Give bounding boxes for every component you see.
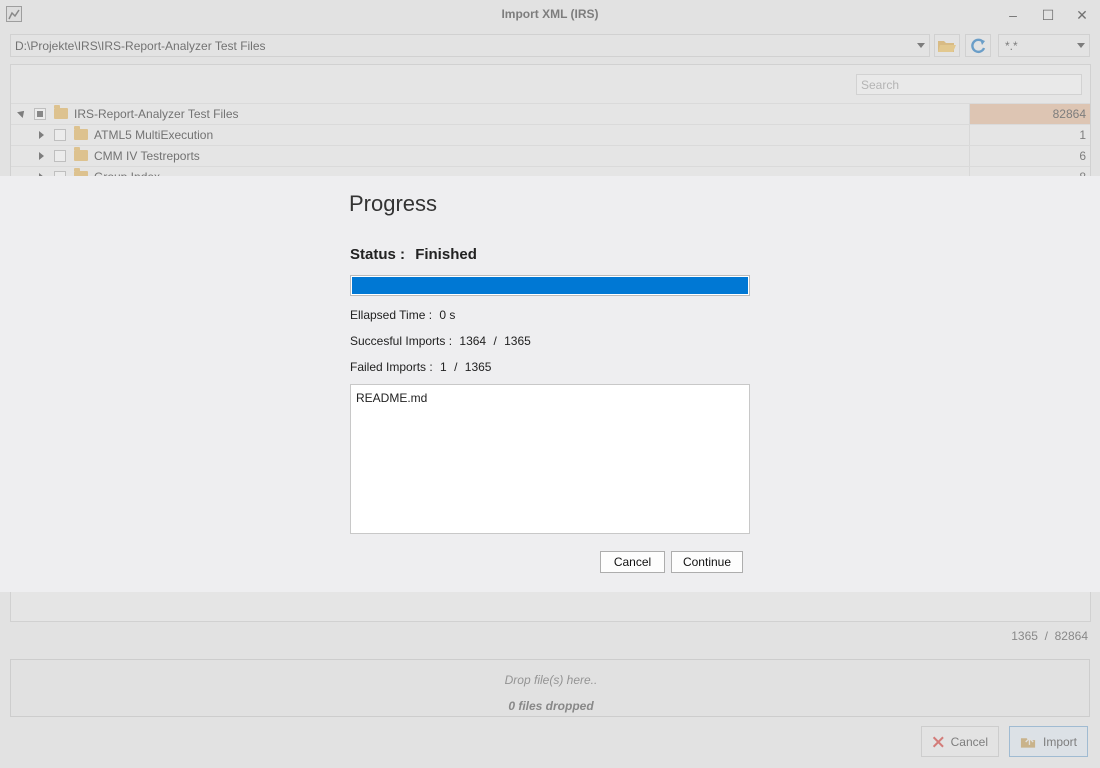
progress-bar (350, 275, 750, 296)
status-label: Status : (350, 246, 406, 263)
dialog-title: Progress (349, 191, 438, 216)
progress-dialog: Progress Status : Finished Ellapsed Time… (0, 176, 1100, 592)
status-line: Status : Finished (350, 246, 483, 263)
failed-files-list[interactable]: README.md (350, 384, 750, 534)
elapsed-value: 0 s (439, 308, 456, 322)
successful-imports-row: Succesful Imports : 1364 / 1365 (350, 334, 535, 348)
success-separator: / (493, 334, 497, 348)
success-count: 1364 (459, 334, 487, 348)
success-total: 1365 (504, 334, 531, 348)
success-label: Succesful Imports : (350, 334, 453, 348)
continue-button[interactable]: Continue (671, 551, 743, 573)
failed-file-item[interactable]: README.md (356, 391, 427, 405)
cancel-button[interactable]: Cancel (600, 551, 665, 573)
status-value: Finished (415, 246, 477, 263)
progress-fill (352, 277, 748, 294)
failed-imports-row: Failed Imports : 1 / 1365 (350, 360, 495, 374)
failed-label: Failed Imports : (350, 360, 433, 374)
elapsed-time-row: Ellapsed Time : 0 s (350, 308, 459, 322)
elapsed-label: Ellapsed Time : (350, 308, 433, 322)
failed-total: 1365 (464, 360, 492, 374)
failed-count: 1 (440, 360, 447, 374)
failed-separator: / (454, 360, 458, 374)
